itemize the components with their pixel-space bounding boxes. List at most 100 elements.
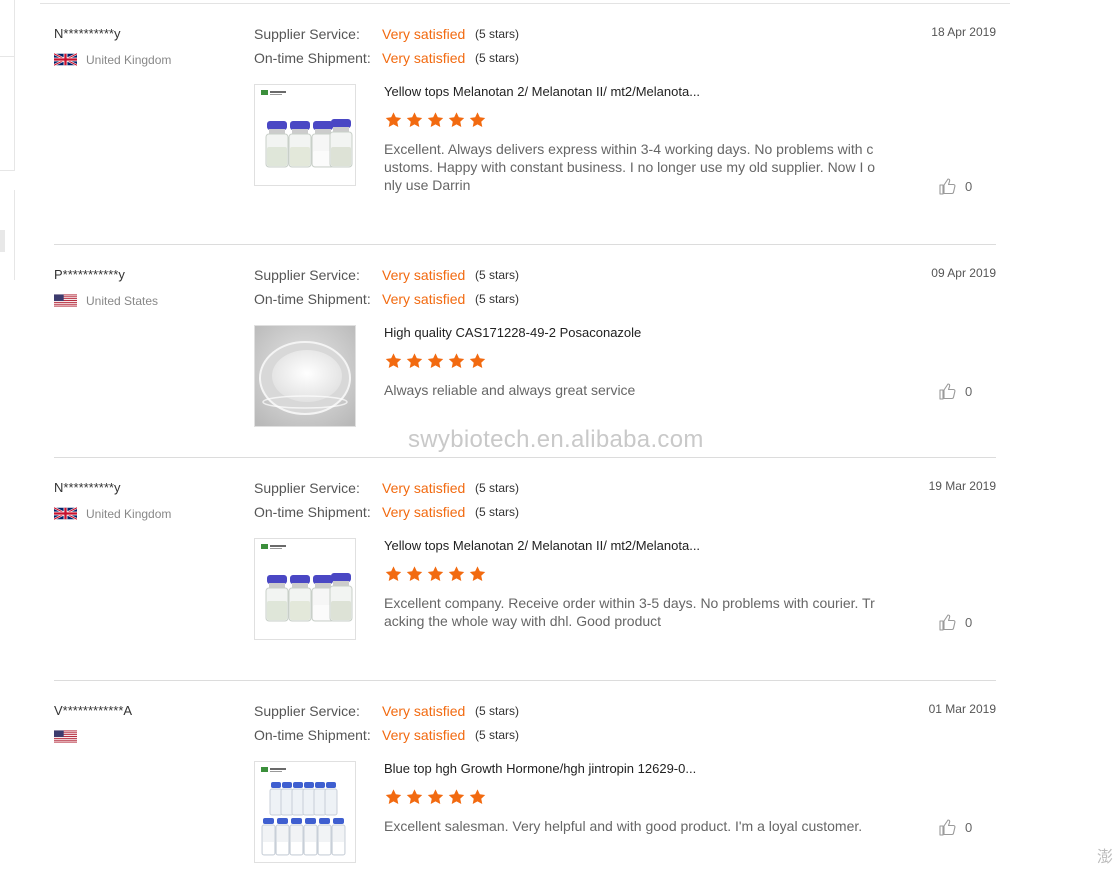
on-time-shipment-value: Very satisfied [382, 727, 466, 743]
like-button[interactable]: 0 [938, 381, 972, 401]
star-icon [448, 112, 465, 128]
uk-flag-icon [54, 506, 77, 521]
on-time-shipment-value: Very satisfied [382, 504, 466, 520]
star-icon [469, 112, 486, 128]
review-divider [54, 457, 996, 458]
thumbs-up-icon [939, 614, 956, 631]
star-rating [384, 565, 487, 583]
supplier-service-stars: (5 stars) [475, 268, 520, 282]
supplier-service-label: Supplier Service: [254, 267, 360, 283]
on-time-shipment-label: On-time Shipment: [254, 504, 371, 520]
on-time-shipment-label: On-time Shipment: [254, 50, 371, 66]
supplier-service-rating: Supplier Service: Very satisfied (5 star… [254, 26, 519, 42]
uk-flag-icon [54, 52, 77, 67]
on-time-shipment-stars: (5 stars) [475, 728, 520, 742]
star-icon [427, 566, 444, 582]
like-count: 0 [965, 614, 973, 630]
supplier-service-stars: (5 stars) [475, 481, 520, 495]
review-comment: Excellent salesman. Very helpful and wit… [384, 818, 863, 834]
buyer-country: United Kingdom [54, 506, 171, 521]
supplier-service-rating: Supplier Service: Very satisfied (5 star… [254, 703, 519, 719]
on-time-shipment-rating: On-time Shipment: Very satisfied (5 star… [254, 727, 519, 743]
star-icon [448, 353, 465, 369]
star-icon [385, 789, 402, 805]
supplier-service-label: Supplier Service: [254, 703, 360, 719]
product-thumbnail[interactable] [254, 538, 356, 640]
star-icon [427, 789, 444, 805]
star-icon [427, 353, 444, 369]
left-panel-border [14, 0, 15, 170]
top-divider [40, 3, 1010, 4]
product-thumbnail[interactable] [254, 84, 356, 186]
like-count: 0 [965, 819, 973, 835]
us-flag-icon [54, 294, 77, 307]
like-button[interactable]: 0 [938, 176, 972, 196]
country-label: United Kingdom [86, 52, 172, 67]
supplier-service-value: Very satisfied [382, 267, 466, 283]
on-time-shipment-stars: (5 stars) [475, 51, 520, 65]
star-icon [427, 112, 444, 128]
on-time-shipment-rating: On-time Shipment: Very satisfied (5 star… [254, 50, 519, 66]
star-rating [384, 111, 487, 129]
supplier-service-value: Very satisfied [382, 703, 466, 719]
review-divider [54, 244, 996, 245]
like-button[interactable]: 0 [938, 817, 972, 837]
left-panel-line [0, 170, 15, 171]
product-thumbnail[interactable] [254, 761, 356, 863]
supplier-service-label: Supplier Service: [254, 480, 360, 496]
product-title-link[interactable]: Yellow tops Melanotan 2/ Melanotan II/ m… [384, 538, 700, 553]
star-icon [406, 353, 423, 369]
buyer-country: United States [54, 293, 158, 308]
supplier-service-rating: Supplier Service: Very satisfied (5 star… [254, 267, 519, 283]
buyer-name: N**********y [54, 26, 121, 41]
review-comment: Excellent. Always delivers express withi… [384, 141, 876, 193]
product-title-link[interactable]: High quality CAS171228-49-2 Posaconazole [384, 325, 641, 340]
country-label: United Kingdom [86, 506, 172, 521]
supplier-service-rating: Supplier Service: Very satisfied (5 star… [254, 480, 519, 496]
star-icon [406, 112, 423, 128]
review-comment: Excellent company. Receive order within … [384, 595, 875, 629]
left-panel-tab[interactable] [0, 230, 5, 252]
vials-image [261, 90, 353, 168]
product-thumbnail[interactable] [254, 325, 356, 427]
star-icon [469, 566, 486, 582]
review-date: 01 Mar 2019 [928, 702, 996, 716]
product-title-link[interactable]: Yellow tops Melanotan 2/ Melanotan II/ m… [384, 84, 700, 99]
on-time-shipment-stars: (5 stars) [475, 292, 520, 306]
star-icon [448, 566, 465, 582]
buyer-name: V************A [54, 703, 133, 718]
thumbs-up-icon [939, 383, 956, 400]
buyer-name: P***********y [54, 267, 125, 282]
supplier-service-label: Supplier Service: [254, 26, 360, 42]
us-flag-icon [54, 730, 77, 743]
corner-text: 澎 [1096, 849, 1113, 866]
thumbs-up-icon [939, 178, 956, 195]
review-date: 19 Mar 2019 [928, 479, 996, 493]
buyer-country: United Kingdom [54, 52, 171, 67]
vials-image [261, 544, 353, 622]
on-time-shipment-rating: On-time Shipment: Very satisfied (5 star… [254, 291, 519, 307]
star-icon [385, 112, 402, 128]
like-button[interactable]: 0 [938, 612, 972, 632]
like-count: 0 [965, 178, 973, 194]
star-icon [448, 789, 465, 805]
buyer-name: N**********y [54, 480, 121, 495]
watermark: swybiotech.en.alibaba.com [408, 426, 704, 453]
review-date: 09 Apr 2019 [931, 266, 996, 280]
supplier-service-value: Very satisfied [382, 480, 466, 496]
left-panel-edge [0, 0, 15, 881]
on-time-shipment-label: On-time Shipment: [254, 291, 371, 307]
on-time-shipment-value: Very satisfied [382, 291, 466, 307]
on-time-shipment-stars: (5 stars) [475, 505, 520, 519]
left-panel-line [0, 56, 15, 57]
like-count: 0 [965, 383, 973, 399]
star-icon [469, 789, 486, 805]
star-rating [384, 352, 487, 370]
star-icon [385, 353, 402, 369]
review-date: 18 Apr 2019 [931, 25, 996, 39]
star-icon [469, 353, 486, 369]
powder-dish-image [255, 326, 355, 426]
star-icon [406, 566, 423, 582]
product-title-link[interactable]: Blue top hgh Growth Hormone/hgh jintropi… [384, 761, 696, 776]
on-time-shipment-label: On-time Shipment: [254, 727, 371, 743]
